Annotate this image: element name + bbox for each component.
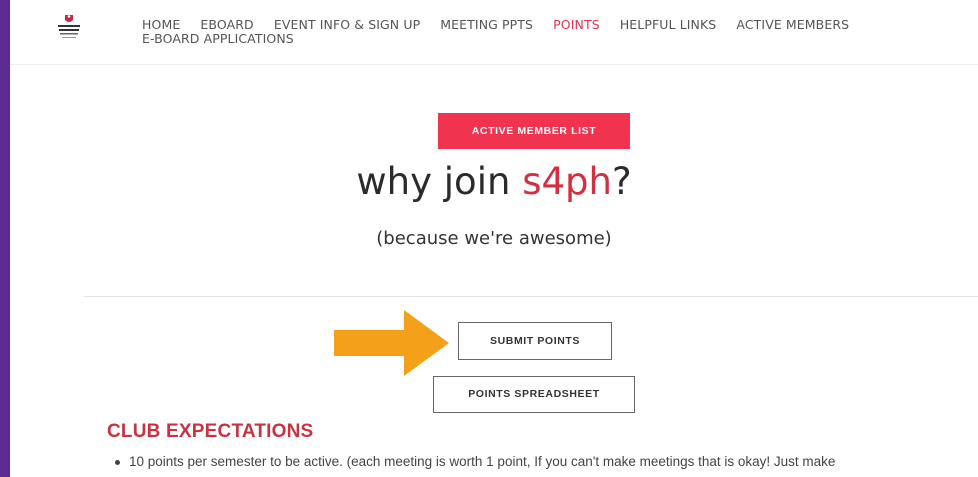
nav-meeting-ppts[interactable]: MEETING PPTS [440,17,533,32]
page-subtitle: (because we're awesome) [376,228,612,249]
page-headline: why join s4ph? [10,160,978,203]
headline-accent: s4ph [522,160,612,203]
arrow-right-icon [334,310,449,376]
club-logo[interactable] [56,14,82,44]
nav-home[interactable]: HOME [142,17,180,32]
headline-suffix: ? [611,160,632,203]
expectation-text: 10 points per semester to be active. (ea… [129,454,836,469]
nav-active-members[interactable]: ACTIVE MEMBERS [736,17,849,32]
top-navigation-bar: HOME EBOARD EVENT INFO & SIGN UP MEETING… [10,0,978,65]
page: HOME EBOARD EVENT INFO & SIGN UP MEETING… [10,0,978,477]
club-expectations-heading: CLUB EXPECTATIONS [107,421,314,442]
active-member-list-button[interactable]: ACTIVE MEMBER LIST [438,113,630,149]
points-spreadsheet-button[interactable]: POINTS SPREADSHEET [433,376,635,413]
bullet-icon [115,459,120,465]
main-menu: HOME EBOARD EVENT INFO & SIGN UP MEETING… [142,18,865,46]
nav-eboard-applications[interactable]: E-BOARD APPLICATIONS [142,31,294,46]
list-item: 10 points per semester to be active. (ea… [115,454,835,469]
nav-helpful-links[interactable]: HELPFUL LINKS [620,17,717,32]
headline-prefix: why join [356,160,523,203]
nav-eboard[interactable]: EBOARD [200,17,253,32]
submit-points-button[interactable]: SUBMIT POINTS [458,322,612,360]
nav-event-info[interactable]: EVENT INFO & SIGN UP [274,17,420,32]
nav-points[interactable]: POINTS [553,17,600,32]
section-divider [84,296,978,297]
